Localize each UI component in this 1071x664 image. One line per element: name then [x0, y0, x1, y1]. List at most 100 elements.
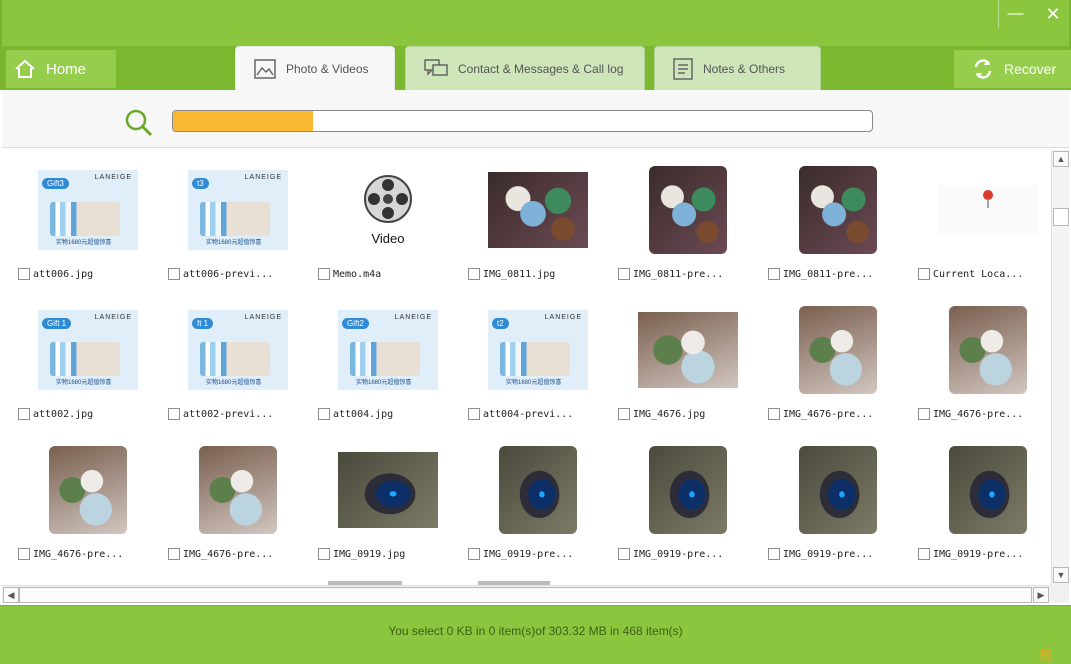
brand-text: LANEIGE [544, 314, 582, 321]
file-thumbnail[interactable] [18, 442, 158, 538]
file-thumbnail[interactable]: LANEIGE Gift3 实物1680元超值惊喜 [18, 162, 158, 258]
recover-button[interactable]: Recover [954, 50, 1071, 88]
select-checkbox[interactable] [468, 408, 480, 420]
select-checkbox[interactable] [318, 268, 330, 280]
file-caption: att004-previ... [468, 406, 608, 422]
close-button[interactable]: ✕ [1036, 0, 1070, 28]
file-item[interactable]: LANEIGE t2 实物1680元超值惊喜 att004-previ... [468, 302, 608, 422]
file-item[interactable]: LANEIGE Gift 1 实物1680元超值惊喜 att002.jpg [18, 302, 158, 422]
file-item[interactable]: IMG_0919-pre... [468, 442, 608, 562]
horizontal-scrollbar[interactable]: ◀ ▶ [2, 585, 1051, 603]
file-caption: att002.jpg [18, 406, 158, 422]
gift-badge: Gift 1 [42, 318, 72, 329]
file-thumbnail[interactable]: Video [318, 162, 458, 258]
file-thumbnail[interactable]: LANEIGE ft 1 实物1680元超值惊喜 [168, 302, 308, 398]
scroll-corner [1051, 585, 1069, 603]
file-thumbnail[interactable] [918, 302, 1051, 398]
file-item[interactable]: IMG_0919-pre... [768, 442, 908, 562]
file-thumbnail[interactable] [918, 162, 1051, 258]
file-item[interactable]: LANEIGE Gift2 实物1680元超值惊喜 att004.jpg [318, 302, 458, 422]
file-caption: IMG_4676-pre... [768, 406, 908, 422]
file-item[interactable]: LANEIGE Gift3 实物1680元超值惊喜 att006.jpg [18, 162, 158, 282]
select-checkbox[interactable] [18, 268, 30, 280]
select-checkbox[interactable] [618, 268, 630, 280]
file-thumbnail[interactable]: LANEIGE t2 实物1680元超值惊喜 [468, 302, 608, 398]
file-thumbnail[interactable] [318, 442, 458, 538]
scroll-down-button[interactable]: ▼ [1053, 567, 1069, 583]
select-checkbox[interactable] [168, 548, 180, 560]
file-item[interactable]: Current Loca... [918, 162, 1051, 282]
file-thumbnail[interactable] [618, 302, 758, 398]
select-checkbox[interactable] [18, 548, 30, 560]
file-thumbnail[interactable] [768, 162, 908, 258]
file-name: att002-previ... [183, 408, 274, 420]
file-thumbnail[interactable] [768, 442, 908, 538]
select-checkbox[interactable] [768, 548, 780, 560]
file-thumbnail[interactable] [468, 162, 608, 258]
refresh-icon [974, 59, 992, 79]
file-item[interactable]: IMG_4676-pre... [768, 302, 908, 422]
file-item[interactable]: IMG_0919-pre... [918, 442, 1051, 562]
select-checkbox[interactable] [768, 408, 780, 420]
tab-label: Contact & Messages & Call log [458, 61, 624, 76]
home-button[interactable]: Home [6, 50, 116, 88]
file-caption: att006-previ... [168, 266, 308, 282]
file-item[interactable]: LANEIGE t3 实物1680元超值惊喜 att006-previ... [168, 162, 308, 282]
file-item[interactable]: IMG_4676-pre... [918, 302, 1051, 422]
select-checkbox[interactable] [918, 268, 930, 280]
file-name: IMG_0811-pre... [633, 268, 724, 280]
file-thumbnail[interactable]: LANEIGE t3 实物1680元超值惊喜 [168, 162, 308, 258]
select-checkbox[interactable] [168, 268, 180, 280]
select-checkbox[interactable] [318, 408, 330, 420]
file-thumbnail[interactable] [468, 442, 608, 538]
tab-label: Photo & Videos [286, 61, 369, 76]
file-item[interactable]: IMG_0919.jpg [318, 442, 458, 562]
select-checkbox[interactable] [168, 408, 180, 420]
scroll-left-button[interactable]: ◀ [3, 587, 19, 603]
file-thumbnail[interactable] [618, 442, 758, 538]
search-icon[interactable] [124, 108, 154, 138]
scan-progress-bar [172, 110, 873, 132]
file-name: att006-previ... [183, 268, 274, 280]
file-item[interactable]: Video Memo.m4a [318, 162, 458, 282]
file-item[interactable]: IMG_0919-pre... [618, 442, 758, 562]
file-item[interactable]: IMG_4676-pre... [168, 442, 308, 562]
file-item[interactable]: IMG_0811-pre... [618, 162, 758, 282]
status-bar: You select 0 KB in 0 item(s)of 303.32 MB… [0, 605, 1071, 664]
scroll-right-button[interactable]: ▶ [1033, 587, 1049, 603]
file-item[interactable]: IMG_0811-pre... [768, 162, 908, 282]
file-item[interactable]: LANEIGE ft 1 实物1680元超值惊喜 att002-previ... [168, 302, 308, 422]
tab-photo-videos[interactable]: Photo & Videos [235, 46, 395, 90]
vertical-scroll-thumb[interactable] [1053, 208, 1069, 226]
file-caption: Memo.m4a [318, 266, 458, 282]
file-thumbnail[interactable] [768, 302, 908, 398]
horizontal-scroll-thumb[interactable] [19, 587, 1032, 603]
file-thumbnail[interactable]: LANEIGE Gift 1 实物1680元超值惊喜 [18, 302, 158, 398]
promo-text: 实物1680元超值惊喜 [206, 240, 262, 246]
scroll-up-button[interactable]: ▲ [1053, 151, 1069, 167]
select-checkbox[interactable] [618, 408, 630, 420]
select-checkbox[interactable] [468, 268, 480, 280]
file-caption: att006.jpg [18, 266, 158, 282]
tab-notes-others[interactable]: Notes & Others [654, 46, 821, 90]
minimize-button[interactable]: — [998, 0, 1032, 28]
tab-contact-messages[interactable]: Contact & Messages & Call log [405, 46, 645, 90]
select-checkbox[interactable] [18, 408, 30, 420]
file-thumbnail[interactable] [168, 442, 308, 538]
gift-badge: Gift3 [42, 178, 69, 189]
select-checkbox[interactable] [318, 548, 330, 560]
select-checkbox[interactable] [618, 548, 630, 560]
select-checkbox[interactable] [768, 268, 780, 280]
file-name: IMG_0919-pre... [933, 548, 1024, 560]
file-item[interactable]: IMG_4676.jpg [618, 302, 758, 422]
vertical-scrollbar[interactable]: ▲ ▼ [1051, 150, 1069, 585]
file-item[interactable]: IMG_4676-pre... [18, 442, 158, 562]
select-checkbox[interactable] [918, 408, 930, 420]
file-grid: LANEIGE Gift3 实物1680元超值惊喜 att006.jpg LANEIGE… [2, 150, 1051, 585]
file-thumbnail[interactable] [618, 162, 758, 258]
file-thumbnail[interactable] [918, 442, 1051, 538]
select-checkbox[interactable] [468, 548, 480, 560]
select-checkbox[interactable] [918, 548, 930, 560]
file-item[interactable]: IMG_0811.jpg [468, 162, 608, 282]
file-thumbnail[interactable]: LANEIGE Gift2 实物1680元超值惊喜 [318, 302, 458, 398]
